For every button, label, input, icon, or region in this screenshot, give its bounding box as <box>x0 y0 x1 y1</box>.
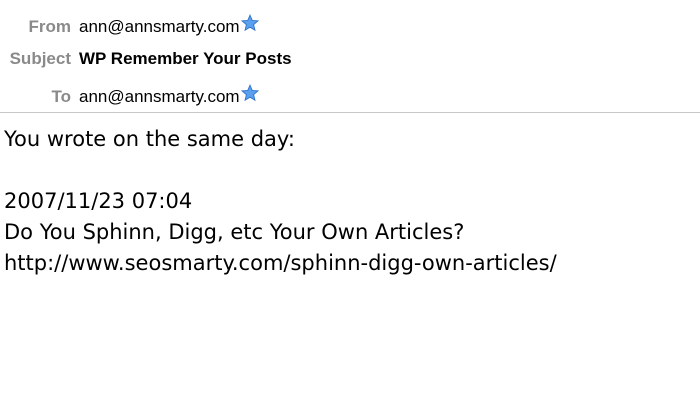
subject-value: WP Remember Your Posts <box>79 49 292 68</box>
body-intro: You wrote on the same day: <box>4 127 295 151</box>
message-header: From ann@annsmarty.com Subject WP Rememb… <box>0 0 700 113</box>
post-title: Do You Sphinn, Digg, etc Your Own Articl… <box>4 220 465 244</box>
star-icon <box>240 14 259 32</box>
to-row: To ann@annsmarty.com <box>0 84 259 109</box>
post-url[interactable]: http://www.seosmarty.com/sphinn-digg-own… <box>4 248 694 279</box>
subject-row: Subject WP Remember Your Posts <box>0 47 292 71</box>
from-row: From ann@annsmarty.com <box>0 14 259 39</box>
subject-label: Subject <box>9 49 71 68</box>
from-address-text[interactable]: ann@annsmarty.com <box>79 17 240 37</box>
to-address[interactable]: ann@annsmarty.com <box>79 84 259 107</box>
star-icon <box>240 84 259 102</box>
to-label: To <box>51 87 71 106</box>
to-address-text[interactable]: ann@annsmarty.com <box>79 87 240 107</box>
post-date: 2007/11/23 07:04 <box>4 189 193 213</box>
from-label: From <box>28 17 72 36</box>
from-address[interactable]: ann@annsmarty.com <box>79 14 259 37</box>
message-body: You wrote on the same day: 2007/11/23 07… <box>4 124 694 279</box>
